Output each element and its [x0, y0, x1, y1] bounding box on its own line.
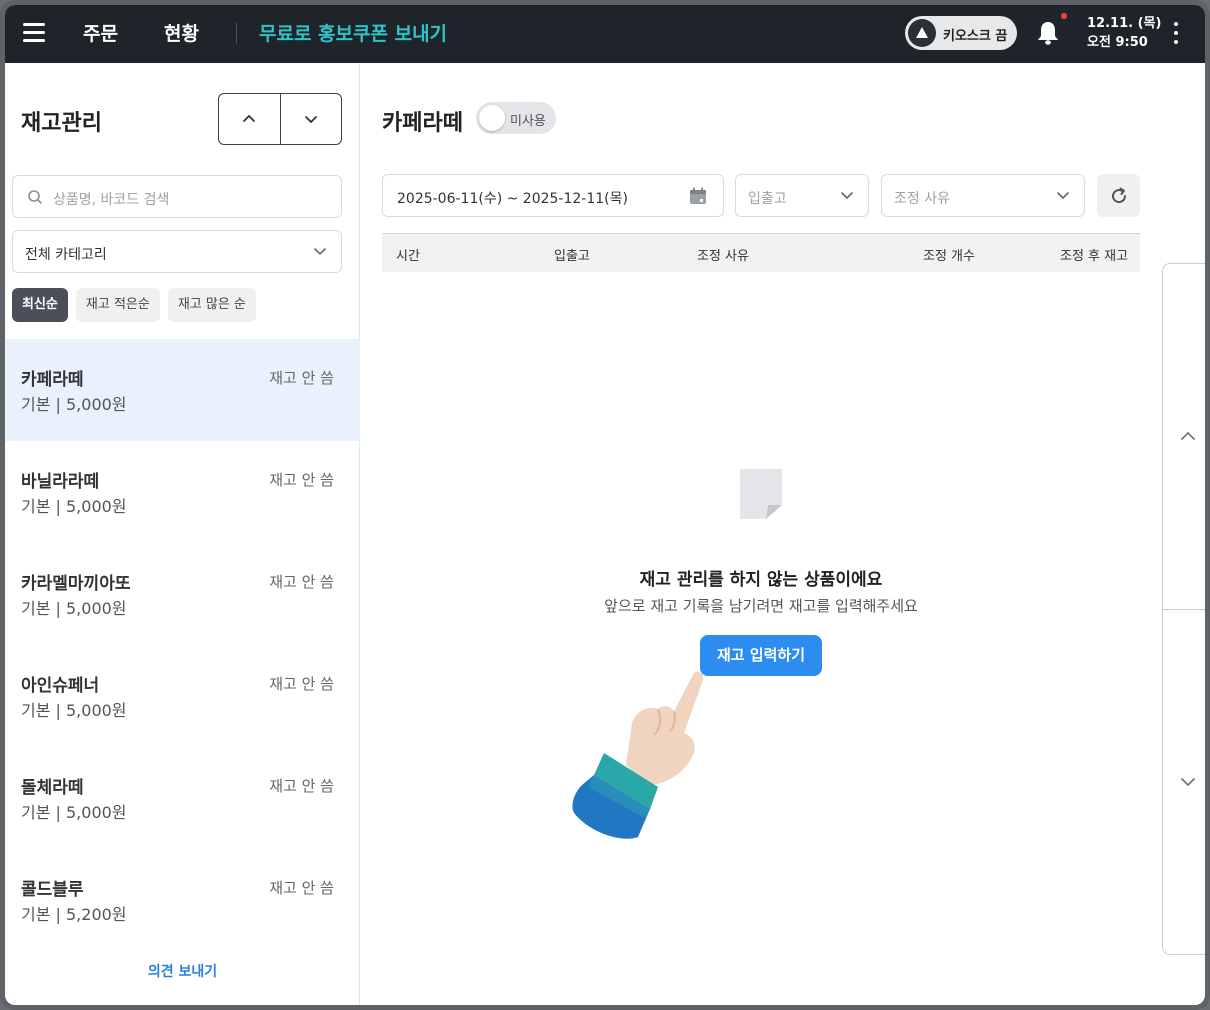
product-list: 카페라떼 기본 | 5,000원 재고 안 씀 바닐라라떼 기본 | 5,000… — [5, 339, 360, 951]
inout-select[interactable]: 입출고 — [735, 174, 869, 217]
toggle-knob — [479, 105, 505, 131]
empty-state-subtitle: 앞으로 재고 기록을 남기려면 재고를 입력해주세요 — [604, 597, 918, 615]
top-bar: 주문 현황 무료로 홍보쿠폰 보내기 키오스크 끔 12.11. (목) 오전 … — [5, 5, 1205, 63]
item-name: 카라멜마끼아또 — [21, 574, 131, 594]
reason-select[interactable]: 조정 사유 — [881, 174, 1085, 217]
sort-chip-low-stock[interactable]: 재고 적은순 — [75, 288, 160, 322]
category-select[interactable]: 전체 카테고리 — [12, 230, 342, 273]
item-name: 카페라떼 — [21, 370, 84, 390]
column-header: 조정 개수 — [923, 249, 975, 264]
scroll-rail — [1162, 263, 1205, 955]
calendar-icon — [690, 187, 706, 204]
kiosk-label: 키오스크 끔 — [943, 29, 1008, 44]
item-name: 아인슈페너 — [21, 676, 100, 696]
nav-status[interactable]: 현황 — [164, 19, 199, 46]
kiosk-toggle-button[interactable]: 키오스크 끔 — [905, 16, 1017, 50]
category-value: 전체 카테고리 — [25, 247, 107, 263]
chevron-down-icon — [841, 192, 853, 200]
sort-chip-latest[interactable]: 최신순 — [12, 288, 68, 322]
document-icon — [740, 469, 782, 519]
product-title: 카페라떼 — [382, 111, 463, 136]
toggle-label: 미사용 — [510, 114, 546, 129]
inventory-toggle[interactable]: 미사용 — [476, 102, 556, 134]
scroll-down-button[interactable] — [1163, 610, 1205, 955]
nav-divider — [236, 22, 237, 44]
pointing-hand-icon — [572, 671, 704, 839]
chevron-up-icon — [243, 114, 256, 122]
column-header: 조정 사유 — [697, 249, 749, 264]
sidebar-title: 재고관리 — [21, 111, 102, 136]
list-item[interactable]: 아인슈페너 기본 | 5,000원 재고 안 씀 — [5, 645, 360, 747]
list-down-button[interactable] — [279, 94, 341, 144]
feedback-link[interactable]: 의견 보내기 — [5, 961, 360, 981]
notification-dot — [1061, 13, 1067, 19]
device-frame: 주문 현황 무료로 홍보쿠폰 보내기 키오스크 끔 12.11. (목) 오전 … — [0, 0, 1210, 1010]
kiosk-logo-icon — [908, 19, 936, 47]
chevron-down-icon — [1181, 778, 1195, 787]
item-name: 돌체라떼 — [21, 778, 84, 798]
item-price: 기본 | 5,000원 — [21, 497, 127, 516]
refresh-icon — [1111, 187, 1126, 203]
item-name: 바닐라라떼 — [21, 472, 100, 492]
sort-chip-high-stock[interactable]: 재고 많은 순 — [167, 288, 256, 322]
column-header: 시간 — [396, 249, 420, 264]
item-stock-status: 재고 안 씀 — [269, 471, 334, 489]
empty-state-title: 재고 관리를 하지 않는 상품이에요 — [639, 570, 883, 590]
item-price: 기본 | 5,000원 — [21, 803, 127, 822]
item-name: 콜드블루 — [21, 880, 84, 900]
inventory-detail: 카페라떼 미사용 2025-06-11(수) ~ 2025-12-11(목) 입… — [361, 63, 1205, 1005]
search-placeholder: 상품명, 바코드 검색 — [53, 192, 170, 208]
date-range-value: 2025-06-11(수) ~ 2025-12-11(목) — [397, 191, 628, 207]
chevron-down-icon — [305, 116, 317, 124]
item-stock-status: 재고 안 씀 — [269, 573, 334, 591]
clock-date: 12.11. (목) — [1087, 16, 1162, 31]
app-screen: 주문 현황 무료로 홍보쿠폰 보내기 키오스크 끔 12.11. (목) 오전 … — [5, 5, 1205, 1005]
sort-chips: 최신순 재고 적은순 재고 많은 순 — [12, 288, 256, 322]
item-stock-status: 재고 안 씀 — [269, 879, 334, 897]
list-item[interactable]: 카페라떼 기본 | 5,000원 재고 안 씀 — [5, 339, 360, 441]
item-stock-status: 재고 안 씀 — [269, 675, 334, 693]
more-icon[interactable] — [1173, 22, 1179, 44]
item-stock-status: 재고 안 씀 — [269, 777, 334, 795]
list-nav-buttons — [218, 93, 342, 145]
table-header: 시간 입출고 조정 사유 조정 개수 조정 후 재고 — [382, 233, 1140, 272]
item-price: 기본 | 5,200원 — [21, 905, 127, 924]
list-item[interactable]: 바닐라라떼 기본 | 5,000원 재고 안 씀 — [5, 441, 360, 543]
item-price: 기본 | 5,000원 — [21, 395, 127, 414]
list-item[interactable]: 돌체라떼 기본 | 5,000원 재고 안 씀 — [5, 747, 360, 849]
chevron-up-icon — [1181, 431, 1195, 440]
clock-time: 오전 9:50 — [1087, 35, 1148, 50]
list-up-button[interactable] — [219, 94, 280, 144]
item-price: 기본 | 5,000원 — [21, 701, 127, 720]
date-range-picker[interactable]: 2025-06-11(수) ~ 2025-12-11(목) — [382, 174, 724, 217]
inout-placeholder: 입출고 — [748, 191, 787, 207]
search-icon — [28, 190, 42, 204]
chevron-down-icon — [314, 248, 326, 256]
chevron-down-icon — [1057, 192, 1069, 200]
scroll-up-button[interactable] — [1163, 264, 1205, 610]
promo-coupon-link[interactable]: 무료로 홍보쿠폰 보내기 — [259, 19, 447, 46]
list-item[interactable]: 카라멜마끼아또 기본 | 5,000원 재고 안 씀 — [5, 543, 360, 645]
search-input[interactable]: 상품명, 바코드 검색 — [12, 175, 342, 218]
inventory-sidebar: 재고관리 상품명, 바코드 검색 전체 카테고리 최신순 재고 적은순 재고 많… — [5, 63, 360, 1005]
bell-icon[interactable] — [1036, 20, 1060, 46]
enter-stock-button[interactable]: 재고 입력하기 — [700, 635, 822, 676]
column-header: 조정 후 재고 — [1060, 249, 1129, 264]
list-item[interactable]: 콜드블루 기본 | 5,200원 재고 안 씀 — [5, 849, 360, 951]
column-header: 입출고 — [554, 249, 590, 264]
clock: 12.11. (목) 오전 9:50 — [1087, 14, 1161, 52]
reason-placeholder: 조정 사유 — [894, 191, 950, 207]
menu-icon[interactable] — [23, 23, 45, 43]
item-stock-status: 재고 안 씀 — [269, 369, 334, 387]
refresh-button[interactable] — [1097, 174, 1140, 217]
nav-order[interactable]: 주문 — [83, 19, 118, 46]
item-price: 기본 | 5,000원 — [21, 599, 127, 618]
